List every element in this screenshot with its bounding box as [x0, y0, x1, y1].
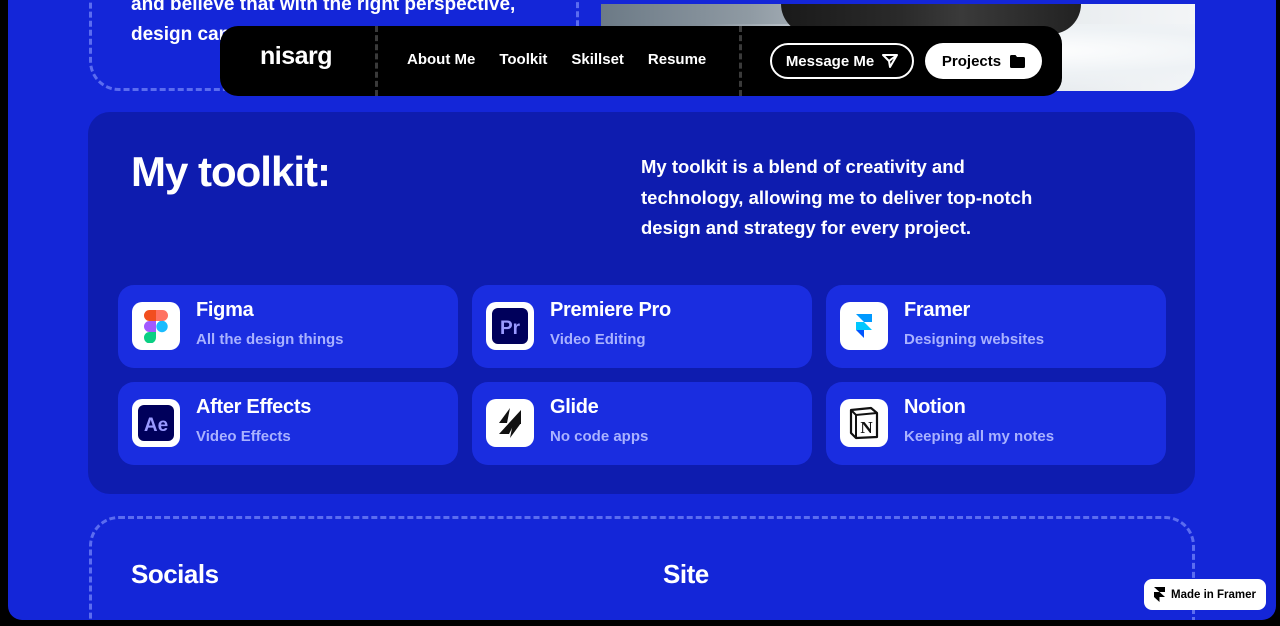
made-in-framer-label: Made in Framer	[1171, 588, 1256, 601]
tool-name: Framer	[904, 299, 971, 321]
tool-subtitle: Designing websites	[904, 331, 1045, 348]
nav-link-skillset[interactable]: Skillset	[571, 51, 624, 68]
projects-button[interactable]: Projects	[925, 43, 1042, 79]
nav-divider	[375, 26, 378, 96]
socials-heading: Socials	[131, 559, 219, 589]
footer-card	[89, 516, 1195, 620]
folder-icon	[1010, 54, 1026, 68]
tool-card-after-effects[interactable]: Ae After Effects Video Effects	[118, 382, 458, 465]
tool-name: Premiere Pro	[550, 299, 671, 321]
tool-name: Notion	[904, 396, 966, 418]
nav-link-resume[interactable]: Resume	[648, 51, 706, 68]
tool-name: After Effects	[196, 396, 312, 418]
nav-links: About Me Toolkit Skillset Resume	[407, 51, 706, 68]
toolkit-description: My toolkit is a blend of creativity and …	[641, 156, 1033, 238]
nav-link-about-me[interactable]: About Me	[407, 51, 475, 68]
site-heading: Site	[663, 559, 709, 589]
premiere-pro-icon: Pr	[486, 302, 534, 350]
after-effects-icon: Ae	[132, 399, 180, 447]
framer-logo-icon	[1154, 587, 1165, 602]
about-text-line-1: and believe that with the right perspect…	[131, 0, 516, 15]
brand-logo[interactable]: nisarg	[260, 42, 333, 71]
message-me-label: Message Me	[785, 52, 875, 70]
tool-subtitle: Video Editing	[550, 331, 646, 348]
send-icon	[882, 54, 899, 68]
nav-link-toolkit[interactable]: Toolkit	[499, 51, 547, 68]
tool-card-framer[interactable]: Framer Designing websites	[826, 285, 1166, 368]
tool-name: Glide	[550, 396, 599, 418]
message-me-button[interactable]: Message Me	[770, 43, 914, 79]
tool-card-premiere-pro[interactable]: Pr Premiere Pro Video Editing	[472, 285, 812, 368]
tool-card-figma[interactable]: Figma All the design things	[118, 285, 458, 368]
svg-text:N: N	[860, 418, 873, 437]
toolkit-section: My toolkit: My toolkit is a blend of cre…	[88, 112, 1195, 494]
figma-icon	[132, 302, 180, 350]
framer-icon	[840, 302, 888, 350]
notion-icon: N	[840, 399, 888, 447]
page-frame: and believe that with the right perspect…	[8, 0, 1276, 620]
tool-subtitle: No code apps	[550, 428, 649, 445]
made-in-framer-badge[interactable]: Made in Framer	[1144, 579, 1266, 610]
tool-name: Figma	[196, 299, 254, 321]
tool-subtitle: All the design things	[196, 331, 344, 348]
nav-divider	[739, 26, 742, 96]
svg-text:Ae: Ae	[144, 415, 168, 436]
toolkit-title: My toolkit:	[131, 148, 331, 195]
navbar: nisarg About Me Toolkit Skillset Resume …	[220, 26, 1062, 96]
tool-card-notion[interactable]: N Notion Keeping all my notes	[826, 382, 1166, 465]
tool-card-glide[interactable]: Glide No code apps	[472, 382, 812, 465]
tool-subtitle: Video Effects	[196, 428, 291, 445]
glide-icon	[486, 399, 534, 447]
svg-text:Pr: Pr	[500, 318, 521, 339]
tool-subtitle: Keeping all my notes	[904, 428, 1055, 445]
projects-label: Projects	[941, 52, 1002, 70]
